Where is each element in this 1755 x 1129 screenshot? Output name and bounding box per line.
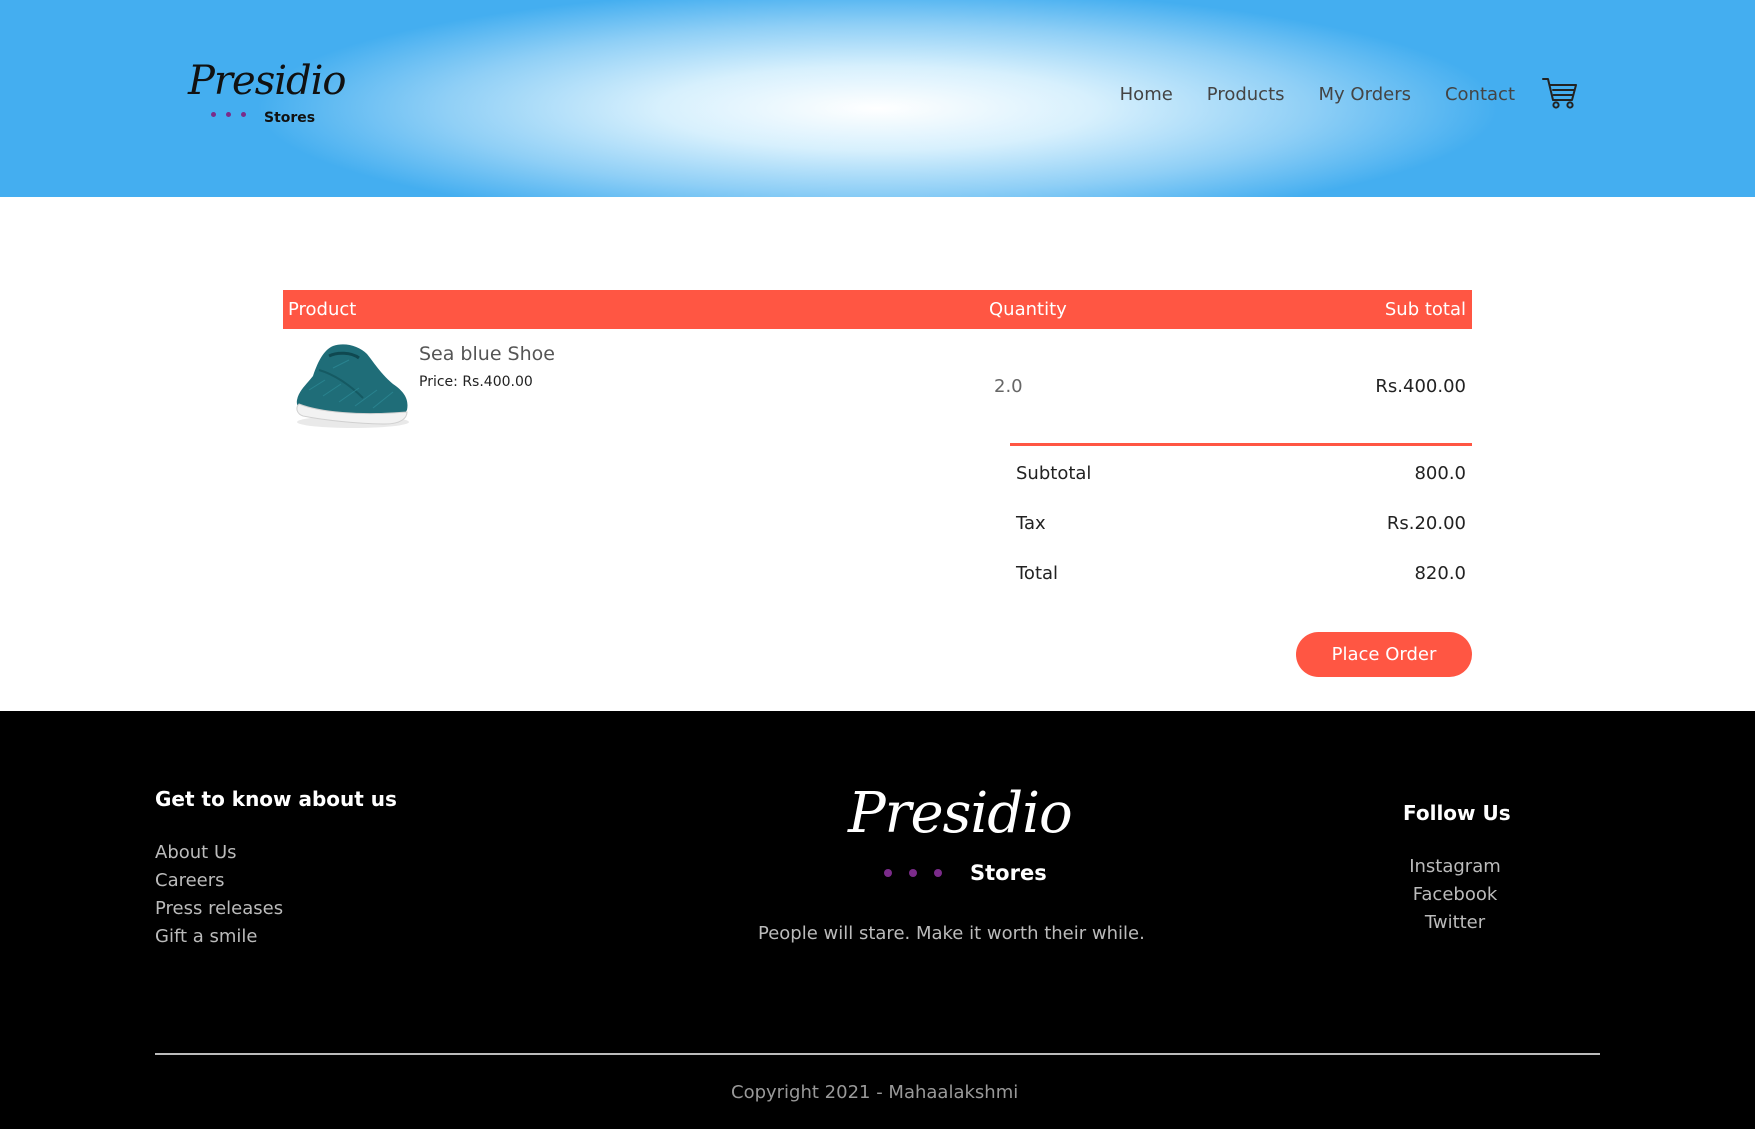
- about-links: About Us Careers Press releases Gift a s…: [155, 839, 283, 951]
- nav-contact[interactable]: Contact: [1445, 84, 1515, 105]
- footer-logo-dots: [884, 869, 942, 877]
- nav-home[interactable]: Home: [1120, 84, 1173, 105]
- site-footer: Get to know about us About Us Careers Pr…: [0, 711, 1755, 1129]
- footer-logo-stores: Stores: [970, 861, 1047, 885]
- column-product: Product: [288, 299, 357, 320]
- column-subtotal: Sub total: [1384, 299, 1466, 320]
- nav-products[interactable]: Products: [1207, 84, 1285, 105]
- footer-divider: [155, 1053, 1600, 1055]
- product-quantity: 2.0: [994, 376, 1023, 397]
- logo-stores: Stores: [264, 110, 316, 126]
- tax-value: Rs.20.00: [1386, 513, 1466, 534]
- nav-my-orders[interactable]: My Orders: [1319, 84, 1411, 105]
- shoe-image: [296, 344, 409, 428]
- subtotal-row: Subtotal 800.0: [1010, 446, 1472, 496]
- footer-tagline: People will stare. Make it worth their w…: [758, 923, 1145, 944]
- tax-row: Tax Rs.20.00: [1010, 496, 1472, 546]
- product-price: Price: Rs.400.00: [419, 374, 533, 390]
- product-name[interactable]: Sea blue Shoe: [419, 343, 555, 365]
- social-link-facebook[interactable]: Facebook: [1390, 881, 1520, 909]
- cart-icon[interactable]: [1542, 76, 1578, 110]
- subtotal-value: 800.0: [1414, 463, 1466, 484]
- social-link-instagram[interactable]: Instagram: [1390, 853, 1520, 881]
- main-nav: Home Products My Orders Contact: [1086, 84, 1515, 105]
- social-links: Instagram Facebook Twitter: [1390, 853, 1520, 937]
- follow-heading: Follow Us: [1403, 801, 1511, 825]
- column-quantity: Quantity: [989, 299, 1067, 320]
- footer-logo: Presidio Stores: [848, 781, 1073, 891]
- cart-row: Sea blue Shoe Price: Rs.400.00 2.0 Rs.40…: [283, 340, 1472, 440]
- logo-script: Presidio: [188, 58, 347, 104]
- about-heading: Get to know about us: [155, 787, 397, 811]
- logo[interactable]: Presidio Stores: [188, 58, 347, 130]
- social-link-twitter[interactable]: Twitter: [1390, 909, 1520, 937]
- total-label: Total: [1016, 563, 1059, 584]
- footer-logo-script: Presidio: [848, 781, 1073, 846]
- total-value: 820.0: [1414, 563, 1466, 584]
- footer-link-gift-a-smile[interactable]: Gift a smile: [155, 923, 283, 951]
- subtotal-label: Subtotal: [1016, 463, 1092, 484]
- cart-table-header: Product Quantity Sub total: [283, 290, 1472, 329]
- site-header: Presidio Stores Home Products My Orders …: [0, 0, 1755, 197]
- product-subtotal: Rs.400.00: [1375, 376, 1466, 397]
- logo-dots: [211, 112, 246, 117]
- place-order-button[interactable]: Place Order: [1296, 632, 1472, 677]
- copyright: Copyright 2021 - Mahaalakshmi: [731, 1082, 1019, 1103]
- footer-link-press-releases[interactable]: Press releases: [155, 895, 283, 923]
- total-row: Total 820.0: [1010, 546, 1472, 596]
- order-summary: Subtotal 800.0 Tax Rs.20.00 Total 820.0: [1010, 443, 1472, 596]
- footer-link-about-us[interactable]: About Us: [155, 839, 283, 867]
- footer-link-careers[interactable]: Careers: [155, 867, 283, 895]
- tax-label: Tax: [1016, 513, 1046, 534]
